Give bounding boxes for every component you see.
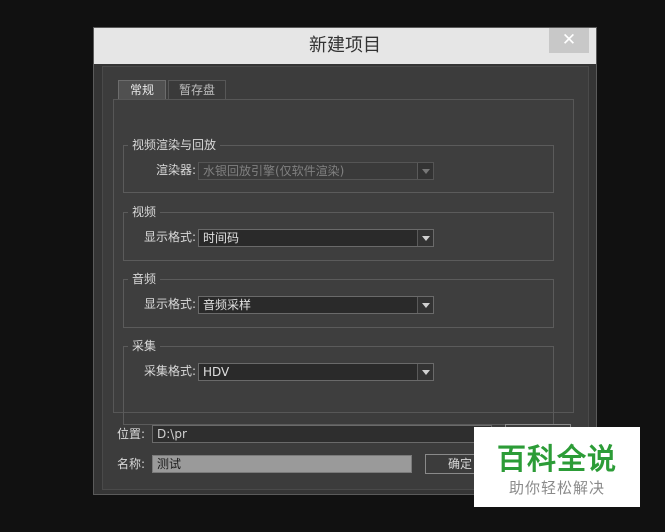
- capture-format-select[interactable]: HDV: [198, 363, 434, 381]
- location-value: D:\pr: [157, 427, 187, 441]
- name-label: 名称:: [117, 457, 146, 471]
- chevron-down-icon: [422, 370, 430, 375]
- renderer-value: 水银回放引擎(仅软件渲染): [203, 164, 345, 178]
- video-legend: 视频: [128, 204, 161, 220]
- name-field[interactable]: 测试: [152, 455, 412, 473]
- audio-format-select[interactable]: 音频采样: [198, 296, 434, 314]
- name-value: 测试: [157, 457, 182, 471]
- title-bar[interactable]: 新建项目 ✕: [94, 28, 596, 64]
- renderer-label: 渲染器:: [155, 163, 196, 177]
- close-icon: ✕: [561, 30, 577, 50]
- watermark-main-text: 百科全说: [496, 442, 617, 476]
- audio-format-dropdown-button[interactable]: [417, 297, 433, 313]
- watermark-sub-text: 助你轻松解决: [508, 479, 605, 497]
- location-field[interactable]: D:\pr: [152, 425, 492, 443]
- general-tab-panel: 视频渲染与回放 渲染器: 水银回放引擎(仅软件渲染) 视频 显示格式: 时间码 …: [113, 99, 574, 425]
- renderer-dropdown-button[interactable]: [417, 163, 433, 179]
- video-format-dropdown-button[interactable]: [417, 230, 433, 246]
- location-label: 位置:: [117, 427, 146, 441]
- dialog-title: 新建项目: [309, 35, 381, 56]
- chevron-down-icon: [422, 303, 430, 308]
- tab-general[interactable]: 常规: [118, 80, 166, 99]
- capture-format-dropdown-button[interactable]: [417, 364, 433, 380]
- audio-format-label: 显示格式:: [143, 297, 196, 311]
- watermark-logo: 百科全说 助你轻松解决: [474, 427, 640, 507]
- capture-format-label: 采集格式:: [143, 364, 196, 378]
- chevron-down-icon: [422, 169, 430, 174]
- chevron-down-icon: [422, 236, 430, 241]
- capture-group: [123, 346, 554, 425]
- audio-format-value: 音频采样: [203, 298, 252, 312]
- video-format-value: 时间码: [203, 231, 240, 245]
- render-playback-legend: 视频渲染与回放: [128, 137, 221, 153]
- audio-legend: 音频: [128, 271, 161, 287]
- new-project-dialog: 新建项目 ✕ 常规 暂存盘 视频渲染与回放 渲染器: 水银回放引擎(仅软件渲染)…: [93, 27, 597, 495]
- capture-legend: 采集: [128, 338, 161, 354]
- video-format-select[interactable]: 时间码: [198, 229, 434, 247]
- tab-scratch-disks[interactable]: 暂存盘: [168, 80, 226, 99]
- close-button[interactable]: ✕: [549, 28, 589, 53]
- capture-format-value: HDV: [203, 365, 230, 379]
- renderer-select[interactable]: 水银回放引擎(仅软件渲染): [198, 162, 434, 180]
- video-format-label: 显示格式:: [143, 230, 196, 244]
